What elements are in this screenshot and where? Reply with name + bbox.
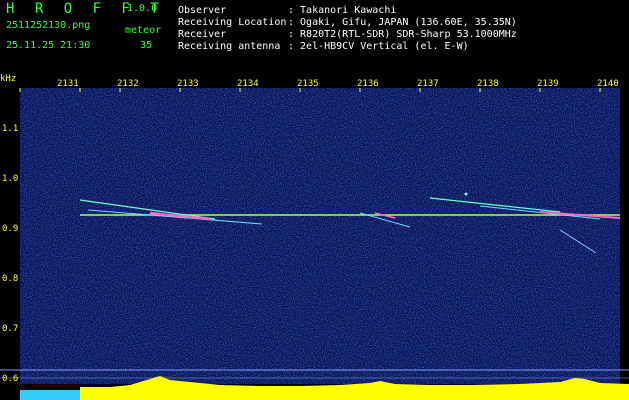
meteor-count: 35 (140, 40, 153, 51)
header-panel: H R O F F T 1.0.0 2511252130.png meteor … (0, 0, 629, 72)
date-time: 25.11.25 21:30 (6, 40, 91, 51)
waterfall-speckle (20, 88, 620, 384)
meteor-echo (464, 192, 468, 196)
file-name: 2511252130.png (6, 20, 91, 31)
x-tick-label: 2132 (117, 79, 139, 89)
app-version: 1.0.0 (127, 3, 158, 14)
meteor-label: meteor (125, 25, 162, 36)
x-tick-label: 2135 (297, 79, 319, 89)
info-value: : Ogaki, Gifu, JAPAN (136.60E, 35.35N) (288, 17, 517, 28)
info-key: Observer (178, 5, 227, 16)
info-key: Receiving antenna (178, 41, 281, 52)
x-tick-label: 2138 (477, 79, 499, 89)
x-tick-label: 2136 (357, 79, 379, 89)
info-value: : 2el-HB9CV Vertical (el. E-W) (288, 41, 469, 52)
x-tick-label: 2131 (57, 79, 79, 89)
info-value: : Takanori Kawachi (288, 5, 397, 16)
info-value: : R820T2(RTL-SDR) SDR-Sharp 53.1000MHz (288, 29, 517, 40)
noise-level-low (20, 390, 80, 400)
y-tick-label: 0.8 (2, 274, 19, 284)
info-receiver: Receiver : R820T2(RTL-SDR) SDR-Sharp 53.1… (178, 29, 517, 40)
spectrogram-waterfall (0, 88, 629, 400)
info-antenna: Receiving antenna : 2el-HB9CV Vertical (e… (178, 41, 469, 52)
info-key: Receiver (178, 29, 227, 40)
x-tick-label: 2139 (537, 79, 559, 89)
y-tick-label: 0.7 (2, 324, 19, 334)
info-location: Receiving Location: Ogaki, Gifu, JAPAN (… (178, 17, 517, 28)
info-key: Receiving Location (178, 17, 287, 28)
y-tick-label: 1.1 (2, 124, 19, 134)
y-tick-label: 1.0 (2, 174, 19, 184)
x-tick-label: 2133 (177, 79, 199, 89)
y-axis-unit: kHz (0, 74, 17, 84)
info-observer: Observer : Takanori Kawachi (178, 5, 396, 16)
y-tick-label: 0.9 (2, 224, 19, 234)
x-tick-label: 2137 (417, 79, 439, 89)
x-tick-label: 2134 (237, 79, 259, 89)
x-tick-label: 2140 (597, 79, 619, 89)
y-tick-label: 0.6 (2, 374, 19, 384)
